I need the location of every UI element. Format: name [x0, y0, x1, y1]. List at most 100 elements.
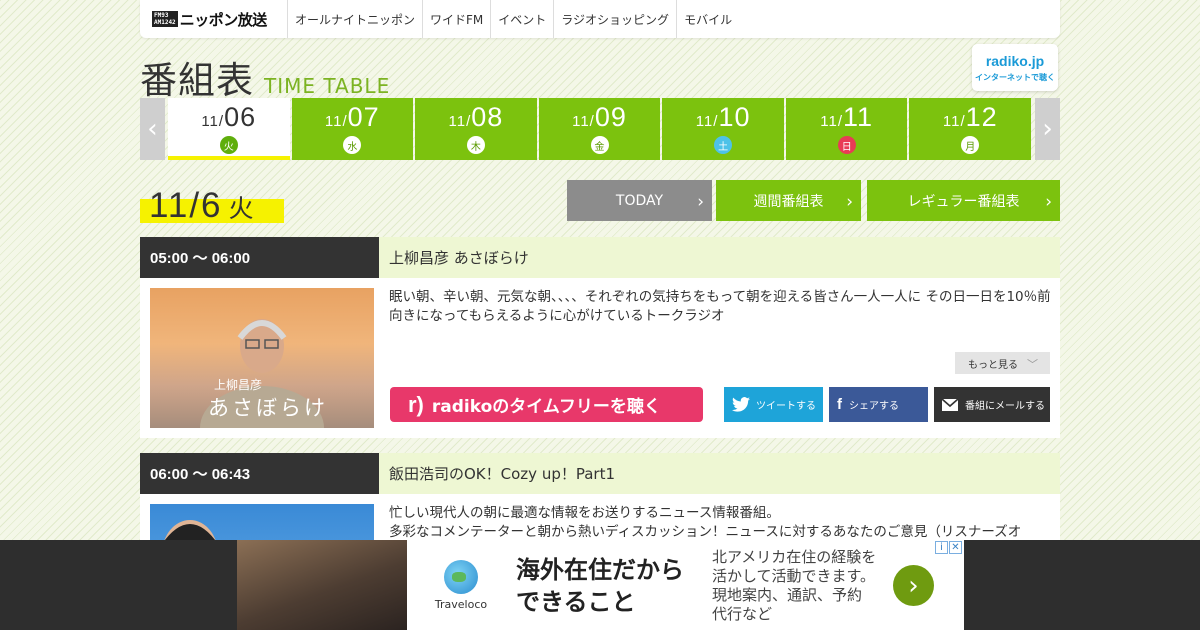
date-tab-date: 11/09 — [572, 104, 627, 135]
date-tab-day: 07 — [347, 102, 380, 132]
program-description-line: 多彩なコメンテーターと朝から熱いディスカッション！ニュースに対するあなたのご意見… — [389, 524, 1022, 540]
today-button[interactable]: TODAY › — [567, 180, 712, 221]
radiko-timefree-button[interactable]: r) radikoのタイムフリーを聴く — [390, 387, 703, 422]
program-body: 忙しい現代人の朝に最適な情報をお送りするニュース情報番組。 多彩なコメンテーター… — [140, 494, 1060, 630]
radiko-banner[interactable]: radiko.jp インターネットで聴く — [972, 44, 1058, 91]
program-time: 05:00 ～ 06:00 — [140, 237, 379, 278]
date-tab-1109[interactable]: 11/09 金 — [538, 98, 661, 160]
weekday-badge: 金 — [590, 136, 609, 154]
regular-schedule-button[interactable]: レギュラー番組表 › — [867, 180, 1060, 221]
ad-headline-line: 海外在住だから — [516, 556, 684, 584]
ad-subtext-line: 代行など — [712, 605, 773, 623]
prev-week-button[interactable]: ‹ — [140, 98, 165, 160]
weekday-badge: 水 — [343, 136, 362, 154]
ad-headline: 海外在住だから できること — [516, 554, 684, 618]
weekday-badge: 土 — [714, 136, 733, 154]
next-week-button[interactable]: › — [1035, 98, 1060, 160]
thumbnail-caption: あさぼらけ — [208, 396, 328, 420]
date-tab-date: 11/07 — [325, 104, 380, 135]
date-tab-1106[interactable]: 11/06 火 — [167, 98, 290, 160]
date-tab-day: 06 — [224, 102, 257, 132]
chevron-right-icon: › — [1042, 114, 1053, 144]
ad-brand-logo: Traveloco — [425, 560, 497, 620]
date-tabs: ‹ 11/06 火 11/07 水 11/08 木 11/09 金 11/10 … — [140, 98, 1060, 160]
logo-text: ニッポン放送 — [179, 10, 268, 29]
date-tab-day: 09 — [594, 102, 627, 132]
current-date-heading: 11/6 火 — [140, 186, 284, 226]
globe-icon — [444, 560, 478, 594]
ad-info-controls: i ✕ — [934, 541, 962, 554]
current-date-weekday: 火 — [228, 195, 256, 223]
date-tab-1108[interactable]: 11/08 木 — [415, 98, 537, 160]
tweet-button[interactable]: ツイートする — [724, 387, 823, 422]
radiko-banner-tag: インターネットで聴く — [975, 72, 1055, 82]
logo-frequency-badge: FM93 AM1242 — [152, 11, 178, 27]
nav-item-event[interactable]: イベント — [491, 0, 555, 38]
ad-close-icon[interactable]: ✕ — [949, 541, 962, 554]
advertisement[interactable]: Traveloco 海外在住だから できること 北アメリカ在住の経験を 活かして… — [237, 540, 964, 630]
date-tab-date: 11/11 — [820, 104, 873, 135]
date-tab-month: 11/ — [201, 113, 225, 130]
weekly-schedule-button[interactable]: 週間番組表 › — [716, 180, 861, 221]
date-tab-1112[interactable]: 11/12 月 — [909, 98, 1032, 160]
program-title[interactable]: 飯田浩司のOK！Cozy up！Part1 — [379, 453, 1060, 494]
date-tab-1107[interactable]: 11/07 水 — [291, 98, 414, 160]
date-tab-date: 11/10 — [696, 104, 751, 135]
date-tab-1111[interactable]: 11/11 日 — [785, 98, 908, 160]
page-title-jp: 番組表 — [140, 59, 254, 102]
weekday-badge: 月 — [961, 136, 980, 154]
program-description: 忙しい現代人の朝に最適な情報をお送りするニュース情報番組。 多彩なコメンテーター… — [389, 504, 1051, 542]
date-tab-day: 08 — [471, 102, 504, 132]
mail-icon — [942, 398, 958, 411]
date-tab-day: 10 — [718, 102, 751, 132]
thumbnail-caption-small: 上柳昌彦 — [214, 378, 263, 392]
ad-brand-name: Traveloco — [434, 598, 488, 611]
date-tab-month: 11/ — [820, 113, 844, 130]
twitter-icon — [732, 397, 750, 412]
chevron-right-icon: › — [846, 192, 853, 212]
nav-item-allnightnippon[interactable]: オールナイトニッポン — [288, 0, 424, 38]
program-thumbnail[interactable]: 上柳昌彦 あさぼらけ — [150, 288, 374, 428]
date-tab-1110[interactable]: 11/10 土 — [662, 98, 784, 160]
date-tab-date: 11/08 — [449, 104, 504, 135]
date-tab-month: 11/ — [324, 113, 348, 130]
program-title[interactable]: 上柳昌彦 あさぼらけ — [379, 237, 1060, 278]
logo-badge-bottom: AM1242 — [154, 19, 176, 26]
program-header: 05:00 ～ 06:00 上柳昌彦 あさぼらけ — [140, 237, 1060, 278]
chevron-right-icon: › — [908, 570, 919, 601]
top-nav: FM93 AM1242 ニッポン放送 オールナイトニッポン ワイドFM イベント… — [140, 0, 1060, 38]
more-button[interactable]: もっと見る ﹀ — [955, 352, 1050, 374]
facebook-icon: f — [837, 396, 842, 413]
facebook-share-button[interactable]: f シェアする — [829, 387, 928, 422]
date-tab-month: 11/ — [942, 113, 966, 130]
current-date-value: 11/6 — [149, 186, 223, 225]
nav-item-widefm[interactable]: ワイドFM — [423, 0, 492, 38]
mail-label: 番組にメールする — [965, 401, 1045, 412]
logo-badge-top: FM93 — [154, 12, 169, 19]
date-tab-month: 11/ — [448, 113, 472, 130]
tweet-label: ツイートする — [756, 401, 816, 412]
radiko-timefree-label: radikoのタイムフリーを聴く — [431, 397, 661, 417]
program-description-line: 忙しい現代人の朝に最適な情報をお送りするニュース情報番組。 — [389, 505, 780, 521]
ad-subtext-line: 活かして活動できます。 — [712, 567, 876, 585]
nav-item-mobile[interactable]: モバイル — [677, 0, 739, 38]
page-title: 番組表 TIME TABLE — [140, 50, 390, 104]
chevron-left-icon: ‹ — [147, 114, 158, 144]
chevron-right-icon: › — [697, 192, 704, 212]
radiko-banner-name: radiko.jp — [985, 52, 1045, 69]
chevron-right-icon: › — [1045, 192, 1052, 212]
site-logo[interactable]: FM93 AM1242 ニッポン放送 — [140, 0, 288, 38]
today-button-label: TODAY — [615, 192, 664, 209]
radiko-icon: r) — [408, 391, 424, 417]
nav-item-radio-shopping[interactable]: ラジオショッピング — [554, 0, 678, 38]
mail-program-button[interactable]: 番組にメールする — [934, 387, 1050, 422]
ad-headline-line: できること — [516, 588, 636, 616]
ad-go-button[interactable]: › — [893, 565, 934, 606]
chevron-down-icon: ﹀ — [1027, 358, 1038, 371]
ad-subtext: 北アメリカ在住の経験を 活かして活動できます。 現地案内、通訳、予約 代行など — [712, 548, 876, 624]
date-tab-day: 11 — [843, 102, 874, 132]
current-date-text: 11/6 火 — [140, 186, 256, 226]
weekday-badge: 火 — [219, 136, 238, 154]
ad-info-icon[interactable]: i — [935, 541, 948, 554]
page-title-en: TIME TABLE — [264, 74, 391, 98]
